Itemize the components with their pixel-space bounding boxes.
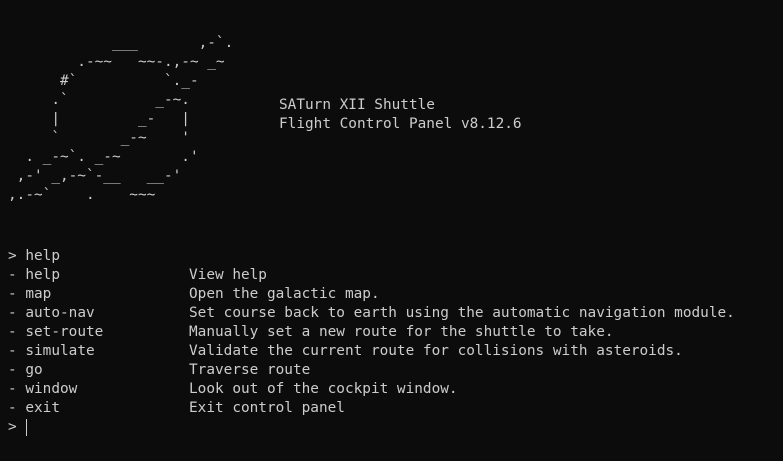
- command-row: - auto-nav Set course back to earth usin…: [8, 304, 735, 323]
- bullet: -: [8, 362, 17, 378]
- command-row: - help View help: [8, 266, 735, 285]
- bullet: -: [8, 324, 17, 340]
- banner-title: SATurn XII Shuttle: [279, 97, 435, 113]
- terminal-window[interactable]: ___ ,-`. .-~~ ~~-.,-~ _~ #` `._- .` _-~.…: [0, 0, 783, 461]
- command-row: - go Traverse route: [8, 361, 735, 380]
- history-command: help: [25, 248, 60, 264]
- command-row: - window Look out of the cockpit window.: [8, 380, 735, 399]
- command-description: Set course back to earth using the autom…: [189, 305, 735, 321]
- prompt-symbol: >: [8, 248, 17, 264]
- command-name: - exit: [8, 400, 60, 416]
- shuttle-ascii-art: ___ ,-`. .-~~ ~~-.,-~ _~ #` `._- .` _-~.…: [8, 35, 234, 203]
- bullet: -: [8, 400, 17, 416]
- command-name: - window: [8, 381, 78, 397]
- command-description: Traverse route: [189, 362, 311, 378]
- bullet: -: [8, 305, 17, 321]
- command-name: - help: [8, 267, 60, 283]
- command-description: Exit control panel: [189, 400, 345, 416]
- history-line: > help: [8, 247, 735, 266]
- command-description: Open the galactic map.: [189, 286, 380, 302]
- input-line[interactable]: >: [8, 418, 735, 437]
- command-description: Validate the current route for collision…: [189, 343, 683, 359]
- banner-subtitle: Flight Control Panel v8.12.6: [279, 116, 522, 132]
- command-row: - set-route Manually set a new route for…: [8, 323, 735, 342]
- bullet: -: [8, 343, 17, 359]
- terminal-session: > help - help View help - map Open the g…: [8, 247, 735, 437]
- command-description: View help: [189, 267, 267, 283]
- command-name: - go: [8, 362, 43, 378]
- command-description: Look out of the cockpit window.: [189, 381, 458, 397]
- prompt-symbol: >: [8, 419, 17, 435]
- command-name: - map: [8, 286, 52, 302]
- command-name: - set-route: [8, 324, 104, 340]
- text-cursor: [26, 419, 28, 436]
- bullet: -: [8, 267, 17, 283]
- command-row: - simulate Validate the current route fo…: [8, 342, 735, 361]
- bullet: -: [8, 286, 17, 302]
- command-name: - simulate: [8, 343, 95, 359]
- command-name: - auto-nav: [8, 305, 95, 321]
- command-description: Manually set a new route for the shuttle…: [189, 324, 614, 340]
- command-row: - map Open the galactic map.: [8, 285, 735, 304]
- command-row: - exit Exit control panel: [8, 399, 735, 418]
- bullet: -: [8, 381, 17, 397]
- banner: SATurn XII Shuttle Flight Control Panel …: [279, 96, 522, 134]
